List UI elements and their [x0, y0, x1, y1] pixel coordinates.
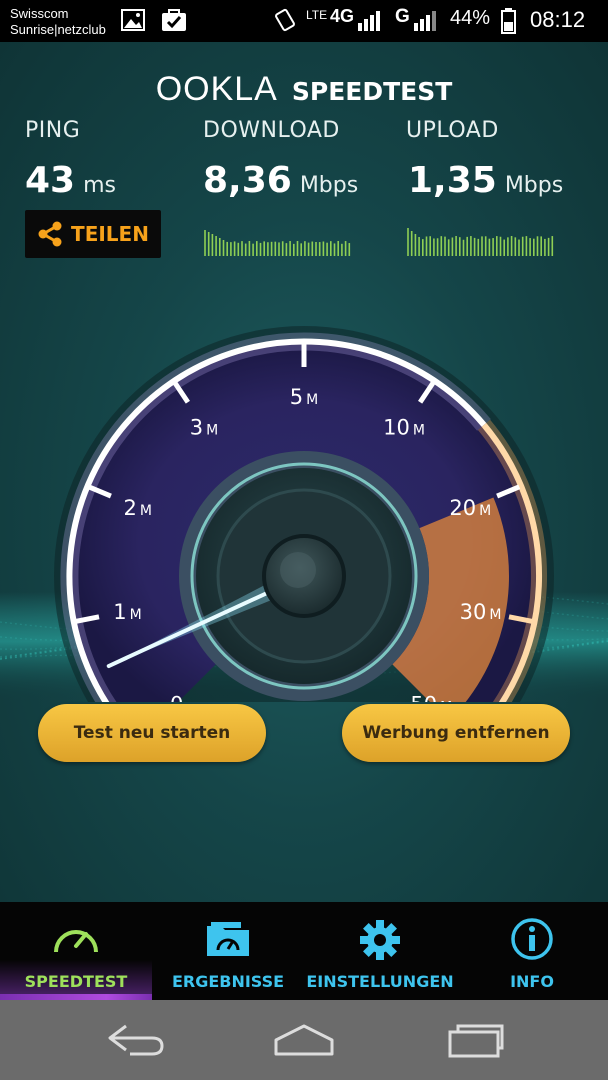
needle-hub-highlight [280, 552, 316, 588]
network-g-label: G [395, 6, 410, 27]
ping-label: PING [25, 118, 81, 143]
ping-result: 43 ms [25, 160, 116, 201]
tab-speedtest-label: SPEEDTEST [24, 972, 128, 991]
bottom-navigation: SPEEDTEST ERGEBNISSE EINSTELLUNGEN INFO [0, 902, 608, 1000]
signal-1-icon [358, 11, 380, 31]
home-icon[interactable] [272, 1018, 336, 1062]
download-value: 8,36 [203, 160, 292, 201]
results-folder-icon [207, 922, 249, 956]
share-button[interactable]: TEILEN [25, 210, 161, 258]
restart-test-button[interactable]: Test neu starten [38, 704, 266, 762]
product-name: SPEEDTEST [291, 77, 453, 106]
tab-einstellungen-label: EINSTELLUNGEN [306, 972, 454, 991]
download-label: DOWNLOAD [203, 118, 340, 143]
store-bag-icon [162, 9, 186, 31]
image-icon [121, 9, 145, 31]
ping-unit: ms [83, 173, 117, 198]
battery-icon [501, 8, 516, 34]
network-4g-label: 4G [330, 6, 355, 26]
tab-info[interactable]: INFO [456, 902, 608, 1000]
speedometer-icon [54, 930, 98, 953]
speedtest-screen: OOKLA SPEEDTEST PING DOWNLOAD UPLOAD 43 ms… [0, 42, 608, 902]
recents-icon[interactable] [444, 1018, 506, 1062]
gear-icon [360, 920, 400, 960]
download-sparkline [204, 230, 351, 256]
ping-value: 43 [25, 160, 76, 201]
upload-label: UPLOAD [406, 118, 499, 143]
tab-einstellungen[interactable]: EINSTELLUNGEN [304, 902, 456, 1000]
network-lte-label: LTE [306, 8, 328, 22]
tab-info-label: INFO [510, 972, 554, 991]
signal-2-icon [414, 11, 436, 31]
clock: 08:12 [530, 7, 586, 32]
app-logo: OOKLA SPEEDTEST [0, 70, 608, 109]
back-icon[interactable] [104, 1018, 166, 1062]
carrier-line-2: Sunrise|netzclub [10, 22, 106, 37]
upload-sparkline [407, 228, 554, 256]
download-result: 8,36 Mbps [203, 160, 358, 201]
carrier-info: Swisscom Sunrise|netzclub [10, 6, 106, 38]
system-navigation-bar [0, 1000, 608, 1080]
tab-speedtest[interactable]: SPEEDTEST [0, 902, 152, 1000]
carrier-line-1: Swisscom [10, 6, 69, 21]
download-unit: Mbps [299, 173, 359, 198]
upload-value: 1,35 [408, 160, 497, 201]
remove-ads-button[interactable]: Werbung entfernen [342, 704, 570, 762]
gauge-body [0, 326, 608, 702]
vibrate-icon [275, 8, 295, 32]
share-icon [38, 221, 62, 247]
share-label: TEILEN [71, 222, 149, 246]
status-bar: Swisscom Sunrise|netzclub LTE 4G G 44% 0… [0, 0, 608, 42]
upload-result: 1,35 Mbps [408, 160, 563, 201]
gauge-tick-label: 0 [170, 692, 183, 702]
tab-ergebnisse-label: ERGEBNISSE [171, 972, 285, 991]
info-icon [511, 918, 553, 960]
speed-gauge: 01M2M3M5M10M20M30M50M [0, 326, 608, 702]
upload-unit: Mbps [504, 173, 564, 198]
tab-ergebnisse[interactable]: ERGEBNISSE [152, 902, 304, 1000]
battery-percent: 44% [450, 7, 491, 29]
brand-name: OOKLA [155, 70, 278, 108]
